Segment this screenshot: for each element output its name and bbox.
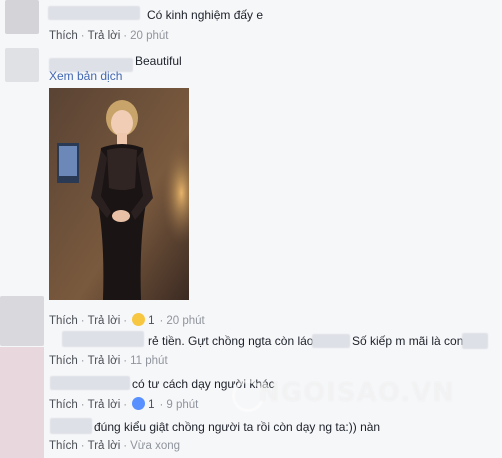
like-link[interactable]: Thích — [49, 30, 78, 42]
redacted-name — [48, 6, 140, 20]
like-link[interactable]: Thích — [49, 440, 78, 452]
avatar[interactable] — [0, 296, 44, 346]
reply-link[interactable]: Trả lời — [88, 315, 121, 327]
timestamp: 20 phút — [166, 315, 205, 327]
like-link[interactable]: Thích — [49, 355, 78, 367]
watermark: NGOISAO.VN — [258, 378, 456, 408]
redacted-word — [312, 334, 350, 348]
comment-actions: Thích · Trả lời · 11 phút — [49, 355, 168, 367]
reply-link[interactable]: Trả lời — [88, 355, 121, 367]
comment-actions: Thích · Trả lời · 1 · 9 phút — [49, 397, 199, 411]
see-translation-link[interactable]: Xem bản dịch — [49, 69, 122, 83]
redacted-name — [50, 418, 92, 434]
photo-image — [49, 88, 189, 300]
comment-actions: Thích · Trả lời · Vừa xong — [49, 440, 181, 452]
avatar[interactable] — [0, 347, 44, 458]
redacted-name — [50, 376, 130, 390]
avatar[interactable] — [5, 48, 39, 82]
comment-text: Beautiful — [135, 54, 182, 68]
redacted-name — [62, 331, 144, 347]
timestamp: 20 phút — [130, 30, 169, 42]
comment-text: đúng kiểu giật chồng người ta rồi còn dạ… — [94, 420, 381, 434]
reply-link[interactable]: Trả lời — [88, 399, 121, 411]
timestamp: 11 phút — [130, 355, 168, 367]
comment-actions: Thích · Trả lời · 1 · 20 phút — [49, 313, 205, 327]
reply-link[interactable]: Trả lời — [88, 30, 121, 42]
like-reaction-icon[interactable] — [132, 397, 146, 410]
redacted-word — [462, 333, 488, 349]
comment-text: Có kinh nghiệm đấy e — [147, 8, 264, 22]
timestamp: 9 phút — [166, 399, 199, 411]
comment-actions: Thích · Trả lời · 20 phút — [49, 30, 169, 42]
reaction-count: 1 — [148, 399, 155, 411]
timestamp: Vừa xong — [130, 440, 181, 452]
comment-text: rẻ tiền. Gựt chồng ngta còn láo — [148, 334, 313, 349]
reply-link[interactable]: Trả lời — [88, 440, 121, 452]
comment-text-part: Số kiếp m mãi là con — [352, 334, 464, 348]
comment-text-part: rẻ tiền. Gựt chồng ngta còn láo — [148, 334, 314, 348]
avatar[interactable] — [5, 0, 39, 34]
comment-photo[interactable] — [49, 88, 189, 300]
haha-reaction-icon[interactable] — [132, 313, 146, 326]
like-link[interactable]: Thích — [49, 315, 78, 327]
like-link[interactable]: Thích — [49, 399, 78, 411]
reaction-count: 1 — [148, 315, 155, 327]
